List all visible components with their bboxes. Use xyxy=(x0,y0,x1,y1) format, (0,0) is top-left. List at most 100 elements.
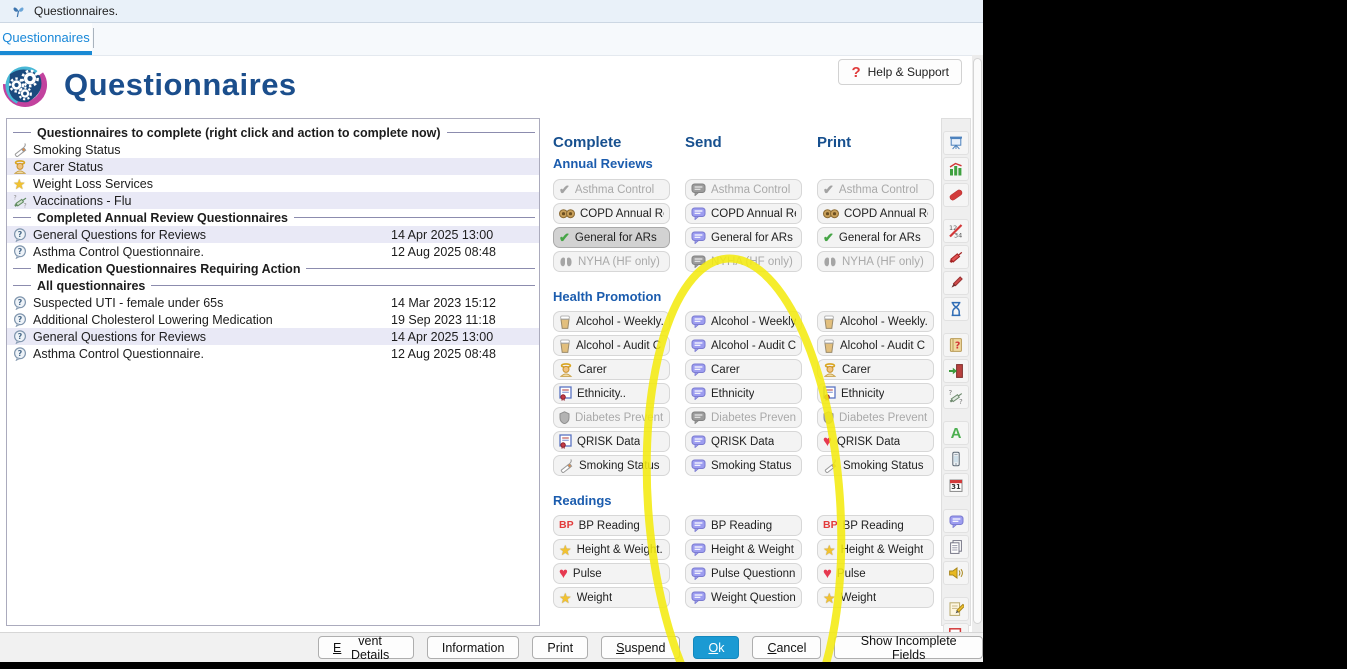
ok-button[interactable]: Ok xyxy=(693,636,740,659)
list-item-general-questions-for-reviews[interactable]: ? General Questions for Reviews 14 Apr 202… xyxy=(7,226,539,243)
scrollbar-thumb[interactable] xyxy=(973,58,982,624)
tool-mobile-phone-button[interactable] xyxy=(943,447,969,471)
complete-button-alcohol-audit-c[interactable]: Alcohol - Audit C xyxy=(553,335,670,356)
list-item-vaccinations-flu[interactable]: ?? Vaccinations - Flu xyxy=(7,192,539,209)
tab-questionnaires[interactable]: Questionnaires xyxy=(0,23,92,55)
send-button-ethnicity[interactable]: Ethnicity xyxy=(685,383,802,404)
complete-button-copd-annual-re[interactable]: COPD Annual Re... xyxy=(553,203,670,224)
tool-exit-door-button[interactable] xyxy=(943,359,969,383)
list-item-smoking-status[interactable]: Smoking Status xyxy=(7,141,539,158)
group-header-health-promotion: Health Promotion xyxy=(553,289,662,304)
send-button-qrisk-data[interactable]: QRISK Data xyxy=(685,431,802,452)
svg-text:?: ? xyxy=(949,389,953,397)
list-item-weight-loss-services[interactable]: ★ Weight Loss Services xyxy=(7,175,539,192)
print-button-copd-annual-re[interactable]: COPD Annual Re... xyxy=(817,203,934,224)
tool-marker-pen-button[interactable] xyxy=(943,271,969,295)
complete-button-asthma-control: ✔ Asthma Control xyxy=(553,179,670,200)
send-button-general-for-ars[interactable]: General for ARs xyxy=(685,227,802,248)
print-button[interactable]: Print xyxy=(532,636,589,659)
certificate-icon xyxy=(823,386,836,401)
tool-numbers-edit-button[interactable]: 12 34 xyxy=(943,219,969,243)
complete-button-diabetes-prevent: Diabetes Prevent... xyxy=(553,407,670,428)
complete-button-general-for-ars[interactable]: ✔ General for ARs xyxy=(553,227,670,248)
bubble-purple-icon xyxy=(691,339,706,352)
svg-text:?: ? xyxy=(18,349,23,358)
tool-pill-button[interactable] xyxy=(943,183,969,207)
list-item-asthma-control-questionnaire[interactable]: ? Asthma Control Questionnaire. 12 Aug 202… xyxy=(7,345,539,362)
check-gray-icon: ✔ xyxy=(823,182,834,197)
complete-button-carer[interactable]: Carer xyxy=(553,359,670,380)
show-incomplete-fields-button[interactable]: Show Incomplete Fields xyxy=(834,634,983,662)
information-button[interactable]: Information xyxy=(426,636,520,659)
tool-presentation-screen-button[interactable] xyxy=(943,131,969,155)
print-button-bp-reading[interactable]: BP BP Reading xyxy=(817,515,934,536)
button-label: Alcohol - Audit C xyxy=(711,339,796,352)
svg-text:31: 31 xyxy=(951,483,961,491)
button-label: QRISK Data xyxy=(836,435,901,448)
vertical-scrollbar[interactable] xyxy=(972,55,983,632)
print-button-ethnicity[interactable]: Ethnicity xyxy=(817,383,934,404)
complete-button-ethnicity[interactable]: Ethnicity.. xyxy=(553,383,670,404)
print-button-alcohol-weekly[interactable]: Alcohol - Weekly... xyxy=(817,311,934,332)
complete-button-weight[interactable]: ★ Weight xyxy=(553,587,670,608)
help-support-button[interactable]: ? Help & Support xyxy=(838,59,962,85)
tool-speech-bubble-button[interactable] xyxy=(943,509,969,533)
column-title-complete: Complete xyxy=(553,134,622,151)
cancel-button[interactable]: Cancel xyxy=(752,636,822,659)
print-button-pulse[interactable]: ♥ Pulse xyxy=(817,563,934,584)
send-button-alcohol-audit-c[interactable]: Alcohol - Audit C xyxy=(685,335,802,356)
list-item-carer-status[interactable]: Carer Status xyxy=(7,158,539,175)
send-button-bp-reading[interactable]: BP Reading xyxy=(685,515,802,536)
list-item-additional-cholesterol-lowering-medication[interactable]: ? Additional Cholesterol Lowering Medicat… xyxy=(7,311,539,328)
complete-button-height-weight[interactable]: ★ Height & Weight. xyxy=(553,539,670,560)
tool-hourglass-button[interactable] xyxy=(943,297,969,321)
complete-button-smoking-status[interactable]: Smoking Status xyxy=(553,455,670,476)
screen: { "window": { "titlebar_text": "Question… xyxy=(0,0,1347,669)
complete-button-pulse[interactable]: ♥ Pulse xyxy=(553,563,670,584)
print-button-general-for-ars[interactable]: ✔ General for ARs xyxy=(817,227,934,248)
send-button-alcohol-weekly[interactable]: Alcohol - Weekly... xyxy=(685,311,802,332)
tool-help-book-button[interactable]: ? xyxy=(943,333,969,357)
beer-icon xyxy=(559,315,571,329)
send-button-weight-question[interactable]: Weight Question... xyxy=(685,587,802,608)
button-label: Smoking Status xyxy=(711,459,792,472)
list-item-general-questions-for-reviews[interactable]: ? General Questions for Reviews 14 Apr 202… xyxy=(7,328,539,345)
print-button-smoking-status[interactable]: Smoking Status xyxy=(817,455,934,476)
print-button-qrisk-data[interactable]: ♥ QRISK Data xyxy=(817,431,934,452)
lungs-gray-icon xyxy=(823,256,837,268)
send-button-copd-annual-re[interactable]: COPD Annual Re... xyxy=(685,203,802,224)
send-button-diabetes-prevent: Diabetes Prevent... xyxy=(685,407,802,428)
print-button-carer[interactable]: Carer xyxy=(817,359,934,380)
print-button-height-weight[interactable]: ★ Height & Weight xyxy=(817,539,934,560)
print-button-weight[interactable]: ★ Weight xyxy=(817,587,934,608)
tool-letter-a-button[interactable]: A xyxy=(943,421,969,445)
tool-vaccination-question-button[interactable]: ?? xyxy=(943,385,969,409)
print-button-alcohol-audit-c[interactable]: Alcohol - Audit C xyxy=(817,335,934,356)
tool-speaker-button[interactable] xyxy=(943,561,969,585)
complete-button-qrisk-data[interactable]: QRISK Data xyxy=(553,431,670,452)
button-label: Asthma Control xyxy=(711,183,791,196)
event-details-button[interactable]: Event Details xyxy=(318,634,414,662)
tool-syringe-button[interactable] xyxy=(943,245,969,269)
send-button-height-weight[interactable]: Height & Weight ... xyxy=(685,539,802,560)
button-label: NYHA (HF only) xyxy=(711,255,793,268)
complete-button-bp-reading[interactable]: BP BP Reading xyxy=(553,515,670,536)
button-label: Ethnicity xyxy=(711,387,755,400)
suspend-button[interactable]: Suspend xyxy=(601,636,681,659)
tool-calendar-button[interactable]: 31 xyxy=(943,473,969,497)
lungs-gray-icon xyxy=(559,256,573,268)
list-item-suspected-uti-female-under-65s[interactable]: ? Suspected UTI - female under 65s 14 Mar … xyxy=(7,294,539,311)
send-button-smoking-status[interactable]: Smoking Status xyxy=(685,455,802,476)
send-button-carer[interactable]: Carer xyxy=(685,359,802,380)
send-button-pulse-questionn[interactable]: Pulse Questionn... xyxy=(685,563,802,584)
button-label: Weight xyxy=(840,591,877,604)
app-butterfly-icon xyxy=(12,5,25,18)
complete-button-alcohol-weekly[interactable]: Alcohol - Weekly... xyxy=(553,311,670,332)
tool-edit-note-button[interactable] xyxy=(943,597,969,621)
send-button-asthma-control: Asthma Control xyxy=(685,179,802,200)
list-item-asthma-control-questionnaire[interactable]: ? Asthma Control Questionnaire. 12 Aug 202… xyxy=(7,243,539,260)
button-label: Diabetes Prevent... xyxy=(711,411,796,424)
tool-documents-button[interactable] xyxy=(943,535,969,559)
tool-bar-chart-button[interactable] xyxy=(943,157,969,181)
bubble-gray-icon xyxy=(691,183,706,196)
